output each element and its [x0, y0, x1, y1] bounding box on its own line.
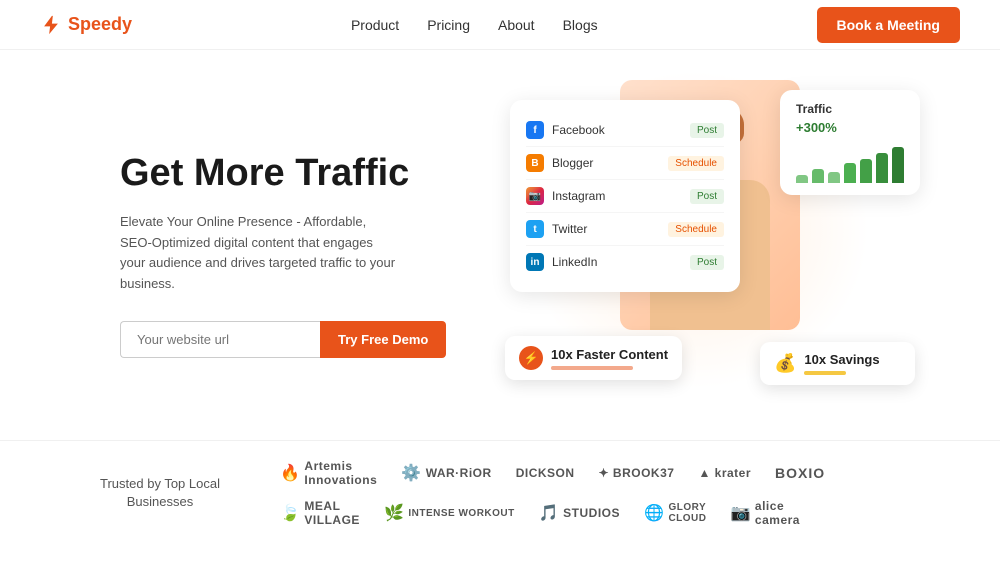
- bar-2: [812, 169, 824, 183]
- logo-warrior: ⚙️ WAR·RiOR: [401, 463, 491, 483]
- logo-icon: [40, 14, 62, 36]
- glorycloud-icon: 🌐: [644, 503, 664, 523]
- logos-section: Trusted by Top Local Businesses 🔥 Artemi…: [0, 440, 1000, 545]
- schedule-badge: Schedule: [668, 222, 724, 237]
- instagram-icon: 📷: [526, 187, 544, 205]
- artemis-icon: 🔥: [280, 463, 300, 483]
- bar-3: [828, 172, 840, 183]
- platform-name: Facebook: [552, 123, 605, 137]
- logo-mealvillage: 🍃 MEALVILLAGE: [280, 499, 360, 527]
- dickson-text: DICKSON: [516, 466, 575, 480]
- logo-brook37: ✦ BROOK37: [599, 466, 675, 480]
- savings-badge: 💰 10x Savings: [760, 342, 915, 385]
- navbar: Speedy Product Pricing About Blogs Book …: [0, 0, 1000, 50]
- glorycloud-text: GLORYCLOUD: [668, 502, 706, 524]
- faster-icon: ⚡: [519, 346, 543, 370]
- traffic-bar-chart: [796, 143, 904, 183]
- nav-blogs[interactable]: Blogs: [563, 17, 598, 33]
- platform-name: Instagram: [552, 189, 605, 203]
- social-row-left: f Facebook: [526, 121, 605, 139]
- warrior-text: WAR·RiOR: [426, 466, 492, 480]
- boxio-text: BOXIO: [775, 465, 825, 481]
- logo[interactable]: Speedy: [40, 14, 132, 36]
- bar-6: [876, 153, 888, 183]
- faster-content: 10x Faster Content: [551, 347, 668, 370]
- savings-text: 10x Savings: [804, 352, 879, 367]
- schedule-badge: Schedule: [668, 156, 724, 171]
- warrior-icon: ⚙️: [401, 463, 421, 483]
- website-url-input[interactable]: [120, 321, 320, 358]
- faster-text: 10x Faster Content: [551, 347, 668, 362]
- krater-text: ▲ krater: [698, 466, 751, 480]
- social-scheduler-card: f Facebook Post B Blogger Schedule 📷 Ins…: [510, 100, 740, 292]
- logo-artemis: 🔥 ArtemisInnovations: [280, 459, 377, 487]
- hero-subtitle: Elevate Your Online Presence - Affordabl…: [120, 212, 400, 295]
- alicecamera-text: alicecamera: [755, 499, 800, 527]
- post-badge: Post: [690, 123, 724, 138]
- platform-name: LinkedIn: [552, 255, 597, 269]
- blogger-icon: B: [526, 154, 544, 172]
- workout-icon: 🌿: [384, 503, 404, 523]
- social-row-left: t Twitter: [526, 220, 587, 238]
- linkedin-icon: in: [526, 253, 544, 271]
- mealvillage-icon: 🍃: [280, 503, 300, 523]
- savings-content: 10x Savings: [804, 352, 879, 375]
- bar-7: [892, 147, 904, 183]
- alicecamera-icon: 📷: [731, 503, 751, 523]
- book-meeting-button[interactable]: Book a Meeting: [817, 7, 960, 43]
- logo-alicecamera: 📷 alicecamera: [731, 499, 800, 527]
- nav-pricing[interactable]: Pricing: [427, 17, 470, 33]
- twitter-icon: t: [526, 220, 544, 238]
- nav-product[interactable]: Product: [351, 17, 399, 33]
- mealvillage-text: MEALVILLAGE: [304, 499, 360, 527]
- hero-right: f Facebook Post B Blogger Schedule 📷 Ins…: [490, 70, 920, 440]
- social-row-left: in LinkedIn: [526, 253, 597, 271]
- hero-section: Get More Traffic Elevate Your Online Pre…: [0, 50, 1000, 440]
- logo-studios: 🎵 STUDIOS: [539, 503, 620, 523]
- artemis-text: ArtemisInnovations: [304, 459, 377, 487]
- logo-glorycloud: 🌐 GLORYCLOUD: [644, 502, 706, 524]
- traffic-title: Traffic: [796, 102, 904, 116]
- faster-content-badge: ⚡ 10x Faster Content: [505, 336, 682, 380]
- platform-name: Blogger: [552, 156, 593, 170]
- social-row-facebook: f Facebook Post: [526, 114, 724, 147]
- post-badge: Post: [690, 189, 724, 204]
- logo-dickson: DICKSON: [516, 466, 575, 480]
- logos-grid: 🔥 ArtemisInnovations ⚙️ WAR·RiOR DICKSON…: [280, 459, 920, 527]
- workout-text: INTENSE WORKOUT: [408, 508, 514, 519]
- nav-about[interactable]: About: [498, 17, 535, 33]
- post-badge: Post: [690, 255, 724, 270]
- platform-name: Twitter: [552, 222, 587, 236]
- brook37-text: ✦ BROOK37: [599, 466, 675, 480]
- social-row-left: 📷 Instagram: [526, 187, 605, 205]
- social-row-linkedin: in LinkedIn Post: [526, 246, 724, 278]
- social-row-left: B Blogger: [526, 154, 593, 172]
- logo-boxio: BOXIO: [775, 465, 825, 481]
- hero-title: Get More Traffic: [120, 152, 490, 196]
- faster-progress-bar: [551, 366, 633, 370]
- hero-input-row: Try Free Demo: [120, 321, 490, 358]
- social-row-instagram: 📷 Instagram Post: [526, 180, 724, 213]
- bar-5: [860, 159, 872, 183]
- savings-icon: 💰: [774, 353, 796, 374]
- studios-text: STUDIOS: [563, 506, 620, 520]
- savings-progress-bar: [804, 371, 845, 375]
- try-free-demo-button[interactable]: Try Free Demo: [320, 321, 446, 358]
- social-row-blogger: B Blogger Schedule: [526, 147, 724, 180]
- traffic-card: Traffic +300%: [780, 90, 920, 195]
- nav-links: Product Pricing About Blogs: [351, 17, 598, 33]
- bar-4: [844, 163, 856, 183]
- logo-krater: ▲ krater: [698, 466, 751, 480]
- logo-text: Speedy: [68, 14, 132, 35]
- traffic-percent: +300%: [796, 120, 904, 135]
- hero-left: Get More Traffic Elevate Your Online Pre…: [120, 152, 490, 358]
- logos-label: Trusted by Top Local Businesses: [80, 475, 240, 511]
- facebook-icon: f: [526, 121, 544, 139]
- bar-1: [796, 175, 808, 183]
- studios-icon: 🎵: [539, 503, 559, 523]
- logo-workout: 🌿 INTENSE WORKOUT: [384, 503, 515, 523]
- social-row-twitter: t Twitter Schedule: [526, 213, 724, 246]
